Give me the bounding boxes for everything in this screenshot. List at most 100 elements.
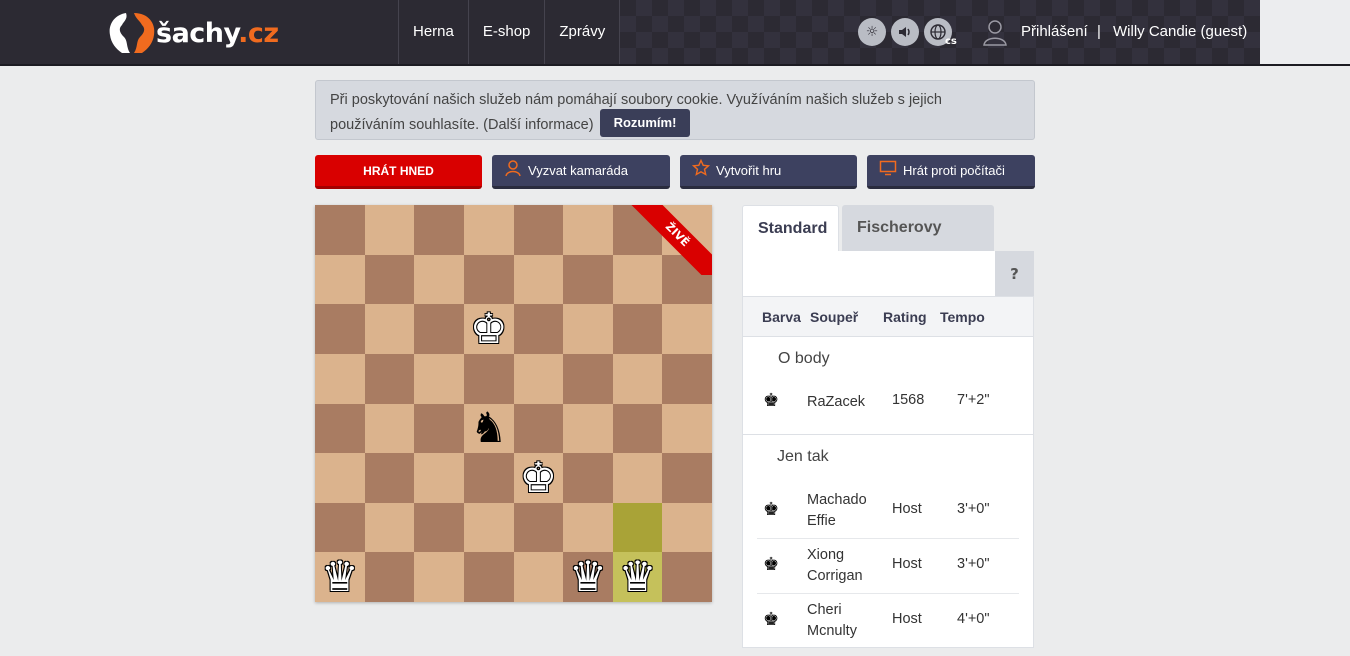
square-b3[interactable] xyxy=(364,453,415,503)
square-e1[interactable] xyxy=(513,552,564,602)
col-barva[interactable]: Barva xyxy=(762,309,801,325)
square-b1[interactable] xyxy=(364,552,415,602)
square-c4[interactable] xyxy=(414,403,464,454)
square-e5[interactable] xyxy=(513,353,564,404)
square-b6[interactable] xyxy=(364,304,415,354)
square-f8[interactable] xyxy=(563,205,613,255)
opponent-name: RaZacek xyxy=(807,394,866,410)
square-a7[interactable] xyxy=(315,254,365,305)
tab-standard[interactable]: Standard xyxy=(742,205,839,251)
col-souper[interactable]: Soupeř xyxy=(810,309,858,325)
play-computer-button[interactable]: Hrát proti počítači xyxy=(867,155,1035,189)
login-link[interactable]: Přihlášení xyxy=(1021,23,1088,40)
square-d8[interactable] xyxy=(463,205,514,255)
table-row[interactable]: ♚ Machado Effie Host 3'+0" xyxy=(757,490,1019,538)
square-h2[interactable] xyxy=(662,502,712,553)
square-e3[interactable]: ♚ xyxy=(513,453,564,503)
square-a5[interactable] xyxy=(315,353,365,404)
nav-herna[interactable]: Herna xyxy=(398,0,468,64)
square-g3[interactable] xyxy=(612,453,663,503)
square-a1[interactable]: ♛ xyxy=(315,552,365,602)
square-c1[interactable] xyxy=(414,552,464,602)
white-king-piece[interactable]: ♚ xyxy=(470,308,508,350)
nav-zpravy[interactable]: Zprávy xyxy=(544,0,621,64)
square-f5[interactable] xyxy=(563,353,613,404)
brightness-icon[interactable]: ☼ xyxy=(858,18,886,46)
opponent-name: Machado Effie xyxy=(807,492,867,529)
square-h3[interactable] xyxy=(662,453,712,503)
white-queen-piece[interactable]: ♛ xyxy=(321,556,359,598)
square-c2[interactable] xyxy=(414,502,464,553)
col-rating[interactable]: Rating xyxy=(883,309,927,325)
square-e8[interactable] xyxy=(513,205,564,255)
square-b4[interactable] xyxy=(364,403,415,454)
square-b8[interactable] xyxy=(364,205,415,255)
square-b2[interactable] xyxy=(364,502,415,553)
square-e2[interactable] xyxy=(513,502,564,553)
square-g5[interactable] xyxy=(612,353,663,404)
table-row[interactable]: ♚ RaZacek 1568 7'+2" xyxy=(757,386,1019,420)
table-row[interactable]: ♚ Xiong Corrigan Host 3'+0" xyxy=(757,545,1019,593)
square-e6[interactable] xyxy=(513,304,564,354)
square-f3[interactable] xyxy=(563,453,613,503)
square-d5[interactable] xyxy=(463,353,514,404)
white-king-piece[interactable]: ♚ xyxy=(519,456,557,499)
square-g2[interactable] xyxy=(612,502,663,553)
black-knight-piece[interactable]: ♞ xyxy=(470,407,508,449)
create-game-button[interactable]: Vytvořit hru xyxy=(680,155,857,189)
square-h5[interactable] xyxy=(662,353,712,404)
square-a3[interactable] xyxy=(315,453,365,503)
square-h4[interactable] xyxy=(662,403,712,454)
white-queen-piece[interactable]: ♛ xyxy=(619,556,657,598)
sound-icon[interactable] xyxy=(891,18,919,46)
square-d3[interactable] xyxy=(463,453,514,503)
square-h1[interactable] xyxy=(662,552,712,602)
square-e4[interactable] xyxy=(513,403,564,454)
cookie-more-link[interactable]: (Další informace) xyxy=(483,117,593,133)
opponent-rating: 1568 xyxy=(892,392,925,408)
square-d4[interactable]: ♞ xyxy=(463,403,514,454)
challenge-friend-button[interactable]: Vyzvat kamaráda xyxy=(492,155,670,189)
play-now-button[interactable]: HRÁT HNED xyxy=(315,155,482,189)
table-row[interactable]: ♚ Cheri Mcnulty Host 4'+0" xyxy=(757,600,1019,648)
square-d1[interactable] xyxy=(463,552,514,602)
challenge-friend-label: Vyzvat kamaráda xyxy=(528,163,628,178)
white-queen-piece[interactable]: ♛ xyxy=(569,556,607,598)
square-e7[interactable] xyxy=(513,254,564,305)
square-g6[interactable] xyxy=(612,304,663,354)
square-c5[interactable] xyxy=(414,353,464,404)
square-f1[interactable]: ♛ xyxy=(563,552,613,602)
square-g1[interactable]: ♛ xyxy=(612,552,663,602)
black-king-icon: ♚ xyxy=(763,609,780,629)
lobby-table-header: Barva Soupeř Rating Tempo xyxy=(742,296,1034,337)
square-b7[interactable] xyxy=(364,254,415,305)
square-d6[interactable]: ♚ xyxy=(463,304,514,354)
square-c3[interactable] xyxy=(414,453,464,503)
square-a6[interactable] xyxy=(315,304,365,354)
square-b5[interactable] xyxy=(364,353,415,404)
user-icon[interactable] xyxy=(982,18,1008,46)
square-d7[interactable] xyxy=(463,254,514,305)
square-c7[interactable] xyxy=(414,254,464,305)
square-g4[interactable] xyxy=(612,403,663,454)
cookie-accept-button[interactable]: Rozumím! xyxy=(599,109,691,137)
square-h6[interactable] xyxy=(662,304,712,354)
square-d2[interactable] xyxy=(463,502,514,553)
square-c6[interactable] xyxy=(414,304,464,354)
square-a4[interactable] xyxy=(315,403,365,454)
col-tempo[interactable]: Tempo xyxy=(940,309,985,325)
help-button[interactable]: ? xyxy=(995,251,1034,296)
language-code: cs xyxy=(945,36,957,47)
username[interactable]: Willy Candie (guest) xyxy=(1113,23,1247,40)
square-c8[interactable] xyxy=(414,205,464,255)
square-f7[interactable] xyxy=(563,254,613,305)
square-a8[interactable] xyxy=(315,205,365,255)
site-logo[interactable]: šachy.cz xyxy=(104,10,279,56)
square-f4[interactable] xyxy=(563,403,613,454)
square-f6[interactable] xyxy=(563,304,613,354)
tab-fischer[interactable]: Fischerovy šachy xyxy=(842,205,994,282)
square-f2[interactable] xyxy=(563,502,613,553)
square-a2[interactable] xyxy=(315,502,365,553)
nav-eshop[interactable]: E-shop xyxy=(467,0,545,64)
group-label-o-body: O body xyxy=(778,350,830,367)
